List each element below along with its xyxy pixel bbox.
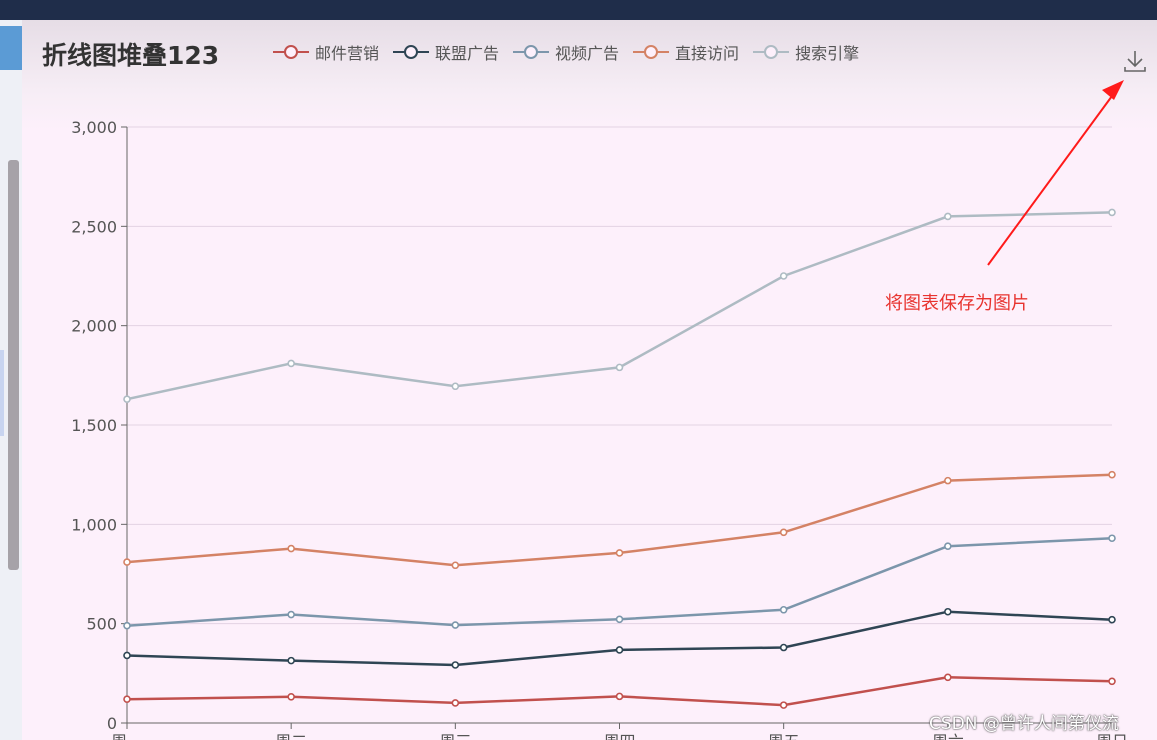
data-point [123, 558, 131, 566]
y-tick-label: 3,000 [71, 118, 117, 137]
x-tick-label: 周一 [111, 732, 143, 740]
data-point [615, 646, 624, 654]
data-point [287, 656, 295, 665]
data-point [944, 476, 952, 485]
data-point [615, 363, 624, 372]
annotation-arrow-head [1102, 80, 1124, 100]
data-point [779, 643, 788, 652]
y-tick-label: 1,500 [71, 416, 117, 435]
data-point [123, 695, 131, 703]
data-point [451, 561, 460, 570]
data-point [944, 673, 952, 682]
data-point [287, 610, 295, 619]
data-point [944, 212, 952, 221]
data-point [451, 621, 460, 629]
data-point [779, 605, 788, 614]
data-point [123, 651, 131, 660]
annotation-arrow-line [987, 95, 1113, 266]
data-point [287, 359, 295, 368]
data-point [944, 607, 952, 616]
x-tick-label: 周二 [275, 732, 307, 740]
data-point [779, 701, 788, 709]
y-tick-label: 2,500 [71, 217, 117, 236]
data-point [615, 549, 624, 557]
data-point [1108, 677, 1116, 686]
data-point [944, 542, 952, 550]
data-point [123, 621, 131, 630]
series-line [126, 676, 1113, 707]
data-point [287, 692, 295, 701]
data-point [779, 272, 788, 280]
x-tick-label: 周四 [603, 732, 635, 740]
data-point [287, 544, 295, 553]
y-tick-label: 2,000 [71, 317, 117, 336]
data-point [1108, 615, 1116, 624]
series-group [123, 470, 1116, 570]
data-point [1108, 534, 1116, 543]
y-tick-label: 1,000 [71, 515, 117, 534]
x-tick-label: 周五 [768, 732, 800, 740]
y-tick-label: 0 [107, 714, 117, 733]
watermark: CSDN @曾许人间第仪流 [929, 714, 1119, 734]
data-point [451, 382, 460, 391]
series-group [123, 673, 1116, 709]
data-point [451, 699, 460, 707]
y-tick-label: 500 [86, 615, 117, 634]
x-tick-label: 周三 [439, 732, 471, 740]
data-point [615, 692, 624, 701]
line-chart: 05001,0001,5002,0002,5003,000周一周二周三周四周五周… [71, 80, 1128, 740]
data-point [615, 615, 624, 624]
data-point [1108, 470, 1116, 479]
data-point [1108, 208, 1116, 217]
data-point [451, 661, 460, 669]
data-point [123, 395, 131, 403]
data-point [779, 528, 788, 537]
annotation-text: 将图表保存为图片 [885, 293, 1029, 314]
